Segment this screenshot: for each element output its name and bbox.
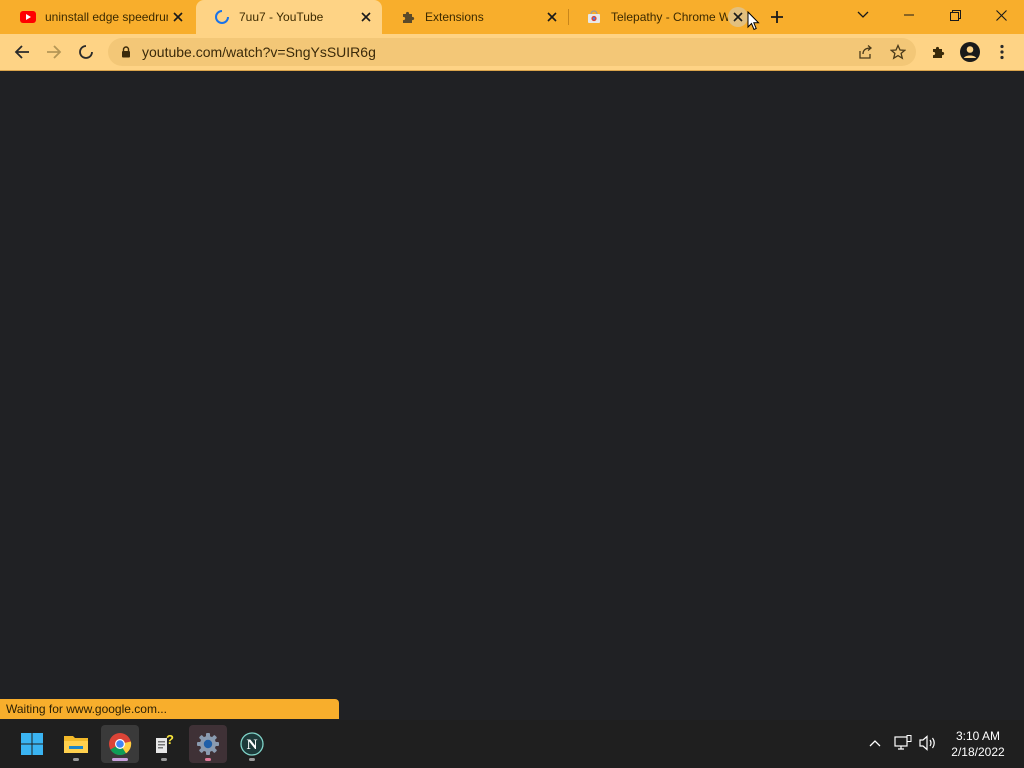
star-icon[interactable] xyxy=(888,42,908,62)
running-indicator xyxy=(161,758,167,761)
chevron-down-icon xyxy=(857,11,869,18)
youtube-icon xyxy=(20,9,36,25)
help-icon: ? xyxy=(156,732,174,753)
gear-icon xyxy=(197,733,219,755)
start-button[interactable] xyxy=(13,725,51,763)
plus-icon xyxy=(771,11,783,23)
taskbar-notion[interactable]: N xyxy=(233,725,271,763)
loading-spinner-icon xyxy=(214,9,230,25)
restore-icon xyxy=(949,9,961,21)
forward-button[interactable] xyxy=(40,38,68,66)
extensions-button[interactable] xyxy=(924,38,952,66)
taskbar-google-chrome[interactable] xyxy=(101,725,139,763)
address-bar[interactable]: youtube.com/watch?v=SngYsSUIR6g xyxy=(108,38,916,66)
running-indicator xyxy=(112,758,128,761)
arrow-right-icon xyxy=(47,45,62,59)
speaker-icon xyxy=(919,735,935,751)
taskbar-file-explorer[interactable] xyxy=(57,725,95,763)
svg-text:?: ? xyxy=(166,732,174,747)
tab-title: Extensions xyxy=(425,10,484,24)
browser-toolbar: youtube.com/watch?v=SngYsSUIR6g xyxy=(0,34,1024,71)
account-circle-icon xyxy=(960,42,980,62)
close-icon xyxy=(995,9,1007,21)
svg-text:N: N xyxy=(247,737,258,753)
close-tab-icon[interactable] xyxy=(356,7,376,27)
minimize-button[interactable] xyxy=(886,0,932,30)
puzzle-icon xyxy=(933,46,945,58)
tab-search-button[interactable] xyxy=(840,0,886,30)
tab-extensions[interactable]: Extensions xyxy=(382,0,568,34)
tab-title: Telepathy - Chrome Web Store xyxy=(611,10,728,24)
network-icon xyxy=(894,735,912,750)
show-hidden-icons-button[interactable] xyxy=(864,732,886,754)
tab-title: uninstall edge speedrun xyxy=(45,10,168,24)
system-clock[interactable]: 3:10 AM 2/18/2022 xyxy=(940,728,1016,760)
close-window-button[interactable] xyxy=(978,0,1024,30)
page-content xyxy=(0,71,1024,719)
network-status[interactable] xyxy=(892,732,914,754)
volume-control[interactable] xyxy=(917,732,939,754)
running-indicator xyxy=(205,758,211,761)
mouse-cursor-icon xyxy=(747,11,760,31)
url-text[interactable]: youtube.com/watch?v=SngYsSUIR6g xyxy=(142,38,376,66)
tab-uninstall-edge-speedrun[interactable]: uninstall edge speedrun xyxy=(2,0,194,34)
tab-title: 7uu7 - YouTube xyxy=(239,10,324,24)
tab-strip: uninstall edge speedrun 7uu7 - YouTube E… xyxy=(0,0,1024,34)
menu-button[interactable] xyxy=(988,38,1016,66)
share-icon[interactable] xyxy=(856,42,876,62)
more-vert-icon xyxy=(1000,44,1004,60)
running-indicator xyxy=(73,758,79,761)
n-logo-icon: N xyxy=(240,732,264,756)
status-bubble: Waiting for www.google.com... xyxy=(0,699,339,719)
loading-spinner-icon xyxy=(79,45,93,59)
puzzle-icon xyxy=(400,9,416,25)
chrome-web-store-icon xyxy=(586,9,602,25)
arrow-left-icon xyxy=(14,45,29,59)
clock-date: 2/18/2022 xyxy=(951,745,1005,759)
chrome-icon xyxy=(109,733,132,756)
close-tab-icon[interactable] xyxy=(542,7,562,27)
windows-taskbar: ? N 3:10 AM 2/18/2022 xyxy=(0,720,1024,768)
lock-icon[interactable] xyxy=(118,44,134,60)
stop-loading-button[interactable] xyxy=(72,38,100,66)
taskbar-help-app[interactable]: ? xyxy=(145,725,183,763)
profile-button[interactable] xyxy=(956,38,984,66)
back-button[interactable] xyxy=(8,38,36,66)
restore-button[interactable] xyxy=(932,0,978,30)
new-tab-button[interactable] xyxy=(764,4,790,30)
chevron-up-icon xyxy=(869,740,881,747)
windows-logo-icon xyxy=(21,733,43,755)
clock-time: 3:10 AM xyxy=(955,729,1001,743)
folder-icon xyxy=(64,736,88,753)
close-tab-icon[interactable] xyxy=(728,7,748,27)
running-indicator xyxy=(249,758,255,761)
minimize-icon xyxy=(904,14,914,16)
close-tab-icon[interactable] xyxy=(168,7,188,27)
tab-7uu7-youtube[interactable]: 7uu7 - YouTube xyxy=(196,0,382,34)
taskbar-settings[interactable] xyxy=(189,725,227,763)
tab-telepathy-chrome-web-store[interactable]: Telepathy - Chrome Web Store xyxy=(568,0,754,34)
